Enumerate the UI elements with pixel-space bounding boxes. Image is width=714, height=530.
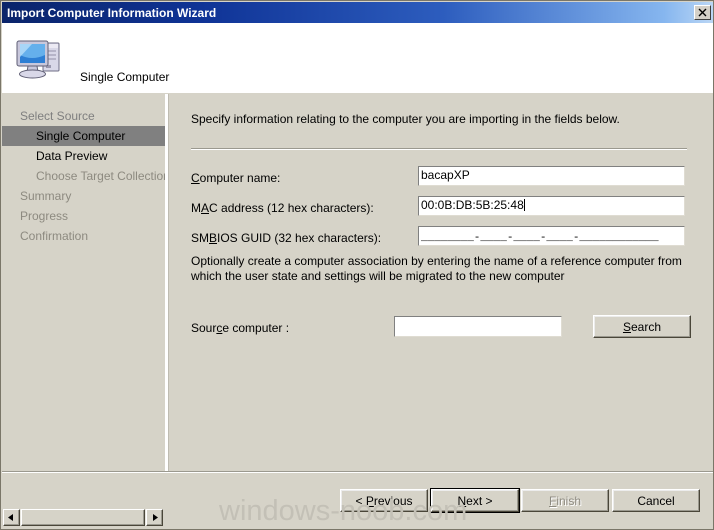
- scroll-right-button[interactable]: [146, 509, 163, 526]
- footer-separator: [2, 471, 713, 473]
- sidebar-item-progress[interactable]: Progress: [2, 206, 165, 226]
- wizard-window: Import Computer Information Wizard Singl…: [0, 0, 714, 530]
- search-button[interactable]: Search: [593, 315, 691, 338]
- sidebar-top-padding: [2, 94, 165, 106]
- chevron-left-icon: [8, 514, 13, 521]
- smbios-guid-value: ________-____-____-____-____________: [421, 232, 659, 244]
- finish-button: Finish: [521, 489, 609, 512]
- computer-name-label-text: omputer name:: [199, 171, 281, 185]
- close-button[interactable]: [694, 5, 711, 20]
- mac-address-label-accel: A: [201, 201, 210, 215]
- cancel-button[interactable]: Cancel: [612, 489, 700, 512]
- cancel-button-label: Cancel: [637, 493, 675, 508]
- separator-line: [191, 148, 687, 150]
- close-icon: [698, 8, 707, 17]
- sidebar-item-select-source[interactable]: Select Source: [2, 106, 165, 126]
- next-button-accel: N: [457, 493, 467, 508]
- previous-button[interactable]: < Previous: [340, 489, 428, 512]
- smbios-guid-label: SMBIOS GUID (32 hex characters):: [191, 231, 381, 245]
- source-computer-label-text: e computer :: [222, 321, 290, 335]
- finish-button-label: inish: [556, 493, 582, 508]
- sidebar-item-choose-target-collection[interactable]: Choose Target Collection: [2, 166, 165, 186]
- intro-text: Specify information relating to the comp…: [191, 112, 620, 126]
- search-button-accel: S: [622, 319, 631, 334]
- wizard-sidebar: Select Source Single Computer Data Previ…: [2, 94, 166, 501]
- scroll-left-button[interactable]: [3, 509, 20, 526]
- previous-button-label: revious: [373, 493, 413, 508]
- previous-button-accel: P: [365, 493, 374, 508]
- sidebar-item-confirmation[interactable]: Confirmation: [2, 226, 165, 246]
- titlebar: Import Computer Information Wizard: [2, 2, 713, 23]
- page-title: Single Computer: [80, 70, 170, 84]
- next-button-label: ext >: [466, 493, 493, 508]
- previous-button-prefix: <: [355, 493, 366, 508]
- smbios-guid-label-accel: B: [209, 231, 218, 245]
- computer-icon: [14, 35, 66, 81]
- sidebar-item-summary[interactable]: Summary: [2, 186, 165, 206]
- sidebar-horizontal-scrollbar[interactable]: [3, 509, 163, 526]
- smbios-guid-input[interactable]: ________-____-____-____-____________: [418, 226, 685, 246]
- scrollbar-thumb[interactable]: [21, 509, 145, 526]
- computer-name-label: Computer name:: [191, 171, 280, 185]
- sidebar-item-data-preview[interactable]: Data Preview: [2, 146, 165, 166]
- computer-name-input[interactable]: bacapXP: [418, 166, 685, 186]
- window-title: Import Computer Information Wizard: [7, 5, 217, 20]
- association-description: Optionally create a computer association…: [191, 254, 682, 283]
- mac-address-input[interactable]: 00:0B:DB:5B:25:48: [418, 196, 685, 216]
- next-button[interactable]: Next >: [430, 488, 520, 513]
- wizard-header: Single Computer: [2, 23, 713, 93]
- wizard-main-panel: Specify information relating to the comp…: [169, 94, 713, 501]
- next-button-inner: Next >: [431, 489, 519, 512]
- sidebar-item-single-computer[interactable]: Single Computer: [2, 126, 165, 146]
- mac-address-label-prefix: M: [191, 201, 201, 215]
- computer-name-label-accel: C: [191, 171, 200, 185]
- computer-name-value: bacapXP: [421, 168, 470, 182]
- source-computer-label-prefix: Sour: [191, 321, 217, 335]
- source-computer-input[interactable]: [394, 316, 562, 337]
- chevron-right-icon: [153, 514, 158, 521]
- source-computer-label: Source computer :: [191, 321, 289, 335]
- mac-address-label-text: C address (12 hex characters):: [209, 201, 374, 215]
- smbios-guid-label-prefix: SM: [191, 231, 209, 245]
- mac-address-value: 00:0B:DB:5B:25:48: [421, 198, 524, 212]
- text-caret: [523, 199, 525, 211]
- search-button-label: earch: [630, 319, 662, 334]
- smbios-guid-label-text: IOS GUID (32 hex characters):: [217, 231, 382, 245]
- mac-address-label: MAC address (12 hex characters):: [191, 201, 374, 215]
